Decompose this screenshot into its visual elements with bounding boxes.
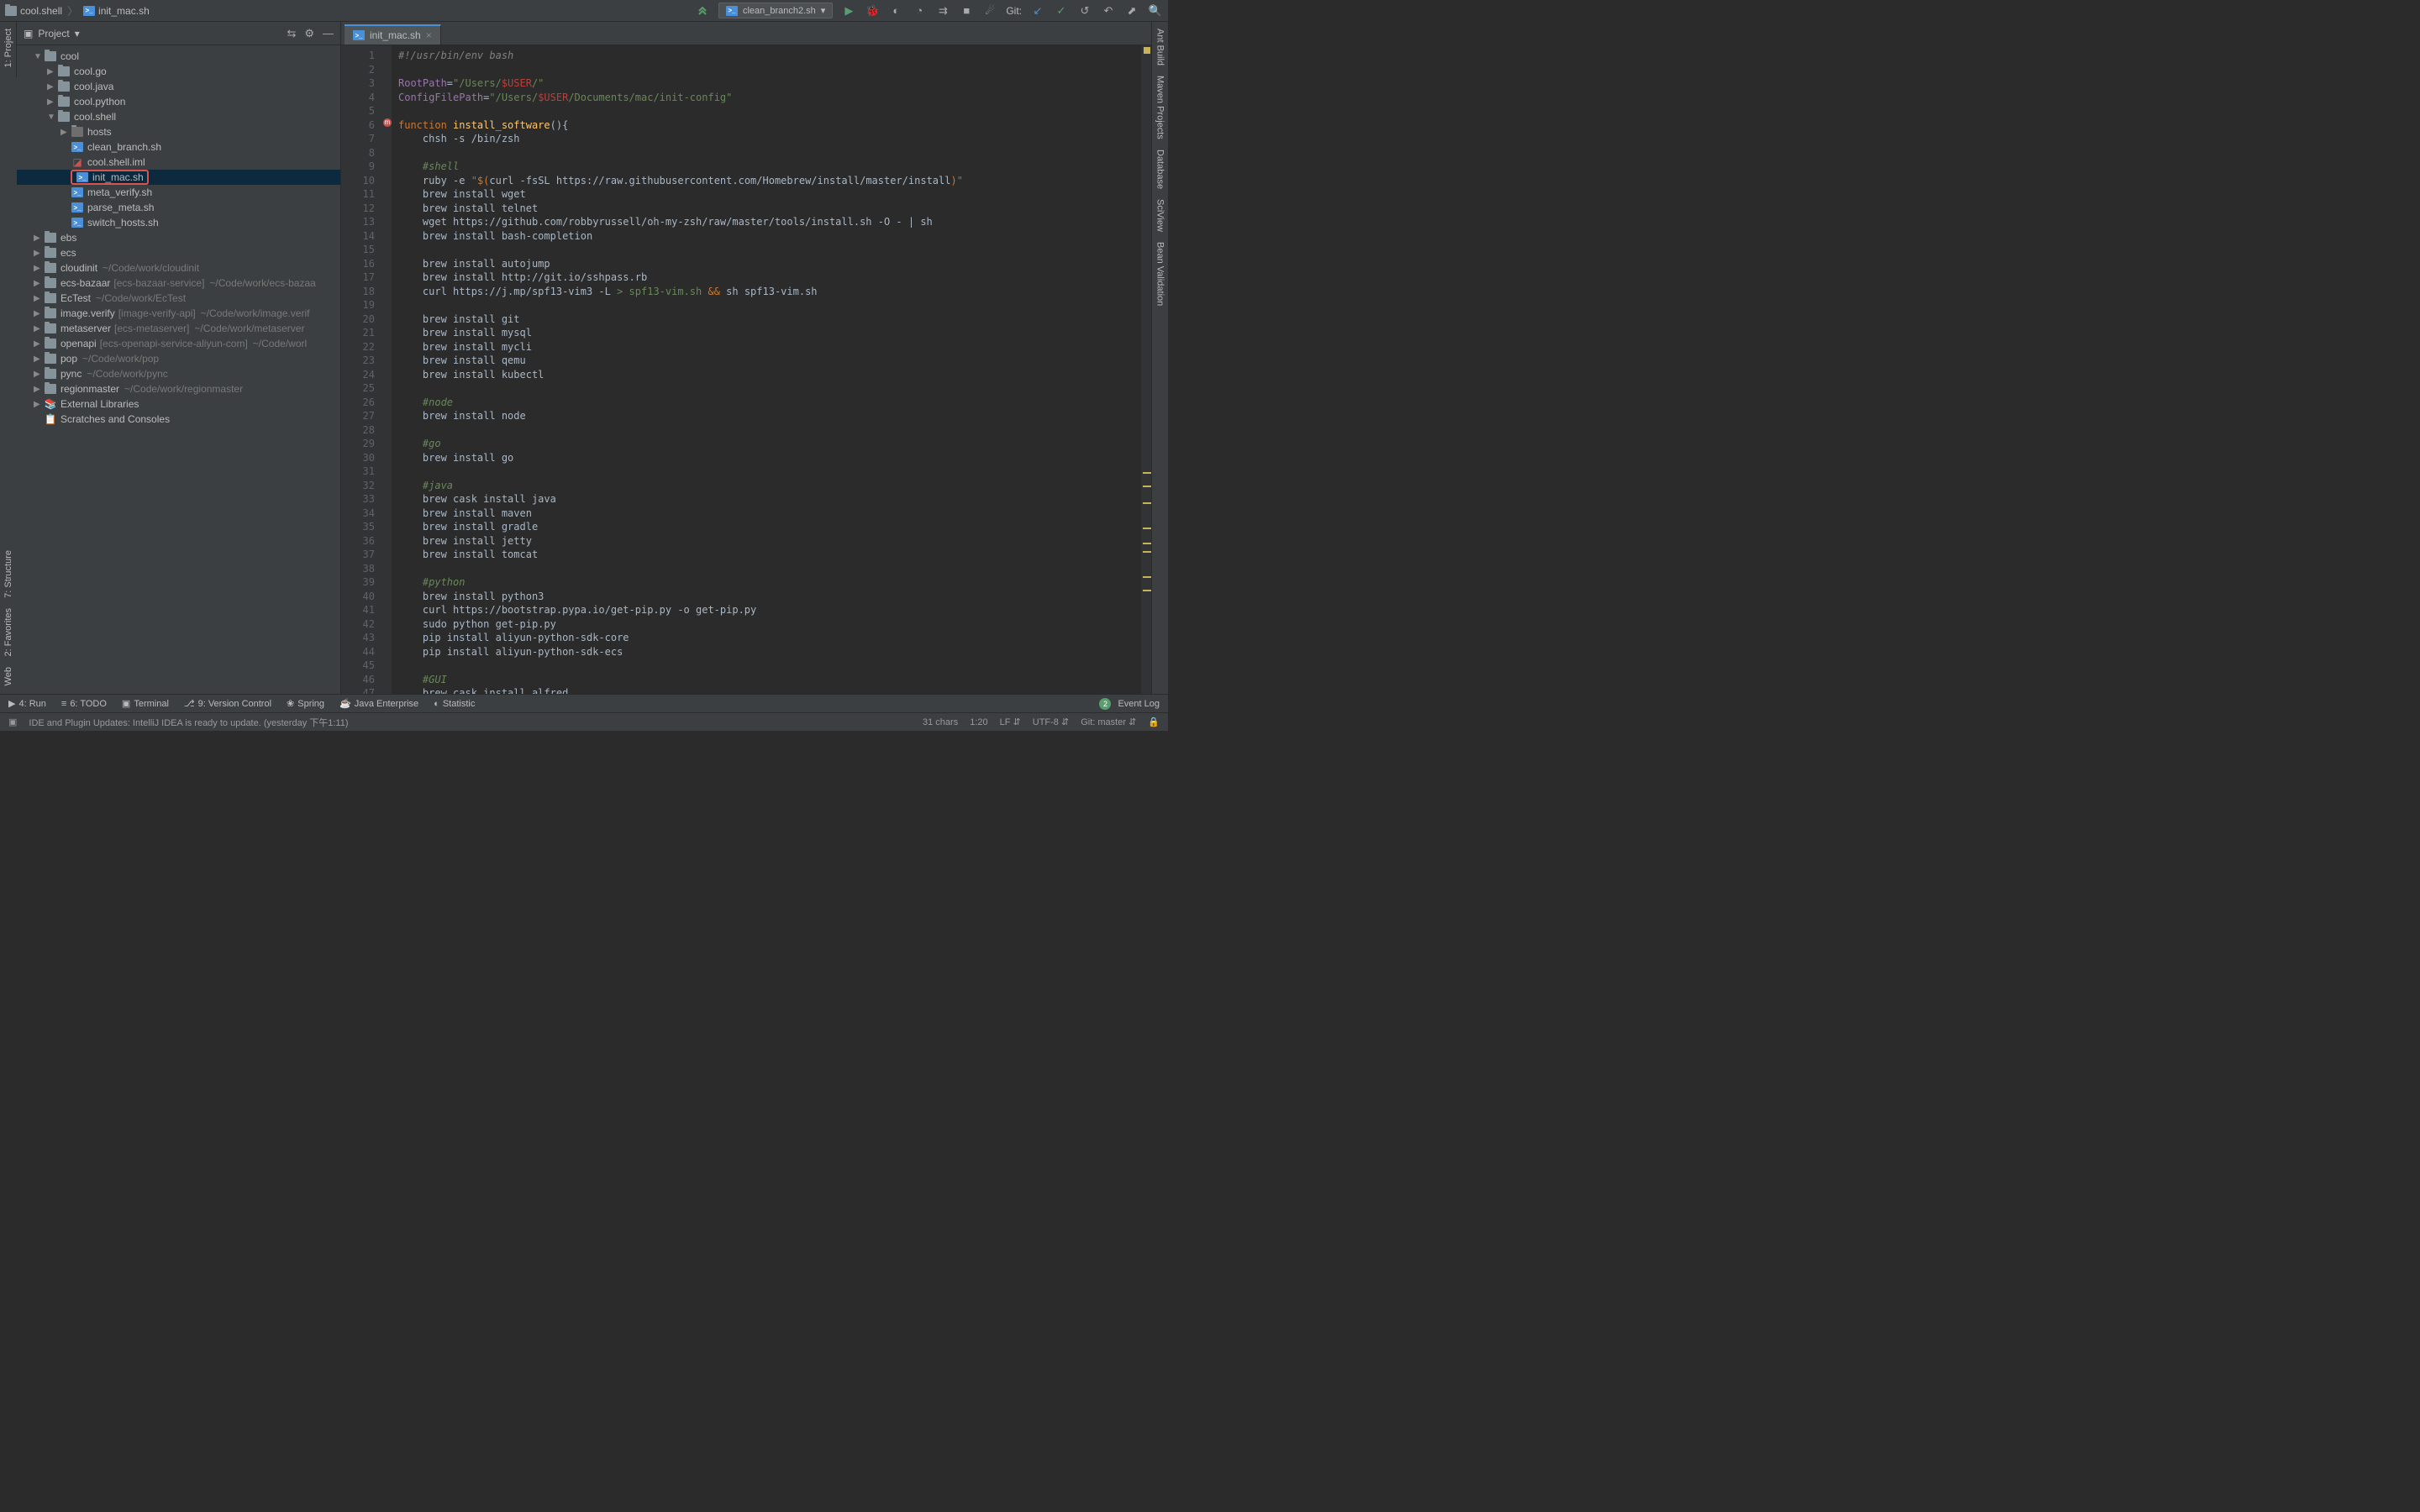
tool-database[interactable]: Database: [1155, 150, 1165, 189]
tree-item[interactable]: ▶📚External Libraries: [17, 396, 340, 412]
chevron-down-icon: ▾: [821, 5, 826, 16]
collapse-icon[interactable]: ⇆: [287, 27, 296, 40]
layout-button[interactable]: ☄: [982, 3, 997, 18]
analysis-status-icon: [1144, 47, 1150, 54]
tree-item[interactable]: ▶hosts: [17, 124, 340, 139]
panel-title: Project: [38, 28, 69, 39]
vcs-commit-icon[interactable]: ✓: [1054, 3, 1069, 18]
sh-file-icon: >_: [726, 6, 738, 16]
debug-button[interactable]: 🐞: [865, 3, 880, 18]
project-panel: ▣ Project ▾ ⇆ ⚙ — ▼cool▶cool.go▶cool.jav…: [17, 22, 341, 694]
run-button[interactable]: ▶: [841, 3, 856, 18]
tree-item[interactable]: ▶image.verify[image-verify-api]~/Code/wo…: [17, 306, 340, 321]
status-chars: 31 chars: [923, 717, 958, 727]
close-icon[interactable]: ×: [426, 29, 432, 41]
gear-icon[interactable]: ⚙: [304, 27, 314, 40]
project-tree[interactable]: ▼cool▶cool.go▶cool.java▶cool.python▼cool…: [17, 45, 340, 694]
tree-item[interactable]: >_parse_meta.sh: [17, 200, 340, 215]
tab-label: init_mac.sh: [370, 29, 421, 41]
tree-item[interactable]: ▶ecs-bazaar[ecs-bazaar-service]~/Code/wo…: [17, 276, 340, 291]
tree-item[interactable]: ▶cloudinit~/Code/work/cloudinit: [17, 260, 340, 276]
build-icon[interactable]: [695, 3, 710, 18]
windows-icon[interactable]: ▣: [8, 717, 17, 727]
tree-item[interactable]: ▶pop~/Code/work/pop: [17, 351, 340, 366]
vcs-push-icon[interactable]: ⬈: [1124, 3, 1139, 18]
profile-button[interactable]: ◔: [912, 3, 927, 18]
sh-file-icon: >_: [353, 30, 365, 40]
tool-javaee[interactable]: ☕ Java Enterprise: [339, 698, 418, 709]
tool-bean[interactable]: Bean Validation: [1155, 242, 1165, 306]
project-icon: ▣: [24, 28, 33, 39]
run-config-selector[interactable]: >_ clean_branch2.sh ▾: [718, 3, 833, 18]
tree-item[interactable]: ▶cool.java: [17, 79, 340, 94]
tree-item[interactable]: ▶ecs: [17, 245, 340, 260]
tree-item[interactable]: ▶pync~/Code/work/pync: [17, 366, 340, 381]
tool-maven[interactable]: Maven Projects: [1155, 76, 1165, 139]
tree-item[interactable]: ▶EcTest~/Code/work/EcTest: [17, 291, 340, 306]
stop-button[interactable]: ■: [959, 3, 974, 18]
coverage-button[interactable]: ◐: [888, 3, 903, 18]
code-editor[interactable]: #!/usr/bin/env bash RootPath="/Users/$US…: [392, 45, 1141, 694]
tree-item[interactable]: ◪cool.shell.iml: [17, 155, 340, 170]
hide-icon[interactable]: —: [323, 27, 334, 40]
tree-item[interactable]: ▶regionmaster~/Code/work/regionmaster: [17, 381, 340, 396]
vcs-revert-icon[interactable]: ↶: [1101, 3, 1116, 18]
status-position[interactable]: 1:20: [970, 717, 987, 727]
tool-statistic[interactable]: ◐ Statistic: [434, 699, 475, 709]
tree-item[interactable]: >_switch_hosts.sh: [17, 215, 340, 230]
tool-project[interactable]: 1: Project: [3, 29, 13, 67]
tree-item[interactable]: >_init_mac.sh: [17, 170, 340, 185]
gutter-marks: m: [383, 45, 392, 694]
tool-event-log[interactable]: 2Event Log: [1099, 698, 1160, 710]
tree-item[interactable]: ▶metaserver[ecs-metaserver]~/Code/work/m…: [17, 321, 340, 336]
sh-file-icon: >_: [83, 6, 95, 16]
tool-vcs[interactable]: ⎇ 9: Version Control: [184, 698, 271, 709]
git-label: Git:: [1006, 5, 1022, 17]
breadcrumb-parent[interactable]: cool.shell: [5, 5, 62, 17]
breadcrumb-file[interactable]: >_ init_mac.sh: [83, 5, 150, 17]
chevron-down-icon[interactable]: ▾: [75, 28, 80, 39]
status-git-branch[interactable]: Git: master ⇵: [1081, 717, 1136, 727]
line-gutter: 1234567891011121314151617181920212223242…: [341, 45, 383, 694]
vcs-update-icon[interactable]: ↙: [1030, 3, 1045, 18]
tree-item[interactable]: ▼cool.shell: [17, 109, 340, 124]
tree-item[interactable]: ▼cool: [17, 49, 340, 64]
editor-tab-bar: >_ init_mac.sh ×: [341, 22, 1151, 45]
editor-tab[interactable]: >_ init_mac.sh ×: [345, 24, 441, 45]
tree-item[interactable]: ▶cool.go: [17, 64, 340, 79]
tool-ant[interactable]: Ant Build: [1155, 29, 1165, 66]
tree-item[interactable]: ▶cool.python: [17, 94, 340, 109]
tree-item[interactable]: ▶ebs: [17, 230, 340, 245]
folder-icon: [5, 6, 17, 16]
tool-terminal[interactable]: ▣ Terminal: [122, 698, 169, 709]
search-icon[interactable]: 🔍: [1148, 3, 1163, 18]
tool-run[interactable]: ▶ 4: Run: [8, 698, 46, 709]
tree-item[interactable]: ▶openapi[ecs-openapi-service-aliyun-com]…: [17, 336, 340, 351]
tree-item[interactable]: >_clean_branch.sh: [17, 139, 340, 155]
breadcrumb: cool.shell 〉 >_ init_mac.sh: [5, 3, 695, 18]
tool-todo[interactable]: ≡ 6: TODO: [61, 699, 107, 709]
tool-web[interactable]: Web: [3, 667, 13, 685]
tool-favorites[interactable]: 2: Favorites: [3, 608, 13, 656]
tool-sciview[interactable]: SciView: [1155, 199, 1165, 232]
tool-spring[interactable]: ❀ Spring: [287, 698, 324, 709]
tree-item[interactable]: 📋Scratches and Consoles: [17, 412, 340, 427]
status-encoding[interactable]: UTF-8 ⇵: [1033, 717, 1069, 727]
scroll-indicator[interactable]: [1141, 45, 1151, 694]
chevron-right-icon: 〉: [67, 3, 78, 18]
vcs-history-icon[interactable]: ↺: [1077, 3, 1092, 18]
attach-button[interactable]: ⇉: [935, 3, 950, 18]
tree-item[interactable]: >_meta_verify.sh: [17, 185, 340, 200]
tool-structure[interactable]: 7: Structure: [3, 550, 13, 598]
status-lock-icon[interactable]: 🔒: [1148, 717, 1160, 727]
status-line-sep[interactable]: LF ⇵: [1000, 717, 1021, 727]
status-message: IDE and Plugin Updates: IntelliJ IDEA is…: [29, 716, 348, 729]
